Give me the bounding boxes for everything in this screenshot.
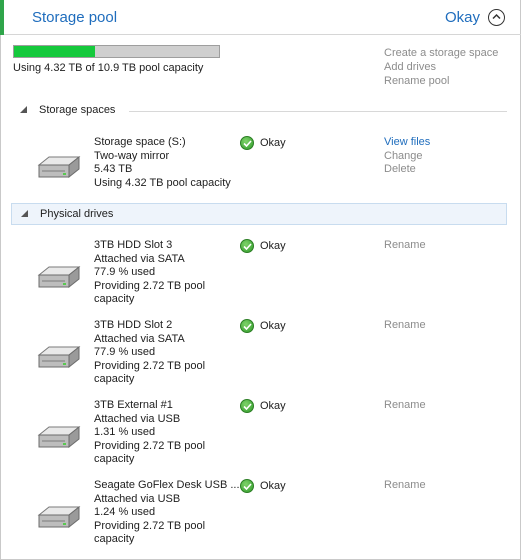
- drive-name: 3TB HDD Slot 3: [94, 239, 173, 251]
- drive-used: 77.9 % used: [94, 346, 156, 358]
- drive-connection: Attached via SATA: [94, 252, 185, 265]
- physical-drives-label: Physical drives: [40, 208, 114, 220]
- drive-actions: Rename: [384, 319, 426, 333]
- section-divider: [129, 111, 507, 112]
- storage-spaces-label: Storage spaces: [39, 104, 116, 116]
- drive-used: 1.31 % used: [94, 426, 156, 438]
- drive-status-text: Okay: [260, 240, 286, 252]
- rename-drive-link[interactable]: Rename: [384, 239, 426, 253]
- drive-providing: Providing 2.72 TB pool capacity: [94, 279, 206, 306]
- drive-status-text: Okay: [260, 320, 286, 332]
- drive-actions: Rename: [384, 399, 426, 413]
- drive-used: 77.9 % used: [94, 266, 156, 278]
- drive-name: 3TB External #1: [94, 399, 173, 411]
- green-check-icon: [240, 239, 254, 253]
- drive-info: 3TB HDD Slot 3 Attached via SATA 77.9 % …: [94, 239, 234, 307]
- drive-info: Seagate GoFlex Desk USB ... Attached via…: [94, 479, 240, 547]
- storage-space-actions: View files Change Delete: [384, 136, 430, 177]
- hard-drive-icon: [37, 505, 81, 529]
- pool-capacity-fill: [14, 46, 96, 57]
- green-check-icon: [240, 136, 254, 150]
- create-storage-space-link[interactable]: Create a storage space: [384, 46, 498, 60]
- drive-name: 3TB HDD Slot 2: [94, 319, 173, 331]
- rename-drive-link[interactable]: Rename: [384, 479, 426, 493]
- pool-title: Storage pool: [32, 9, 118, 26]
- view-files-link[interactable]: View files: [384, 136, 430, 150]
- drive-actions: Rename: [384, 239, 426, 253]
- delete-link[interactable]: Delete: [384, 163, 430, 177]
- drive-status-text: Okay: [260, 480, 286, 492]
- triangle-expanded-icon: [20, 106, 27, 113]
- drive-providing: Providing 2.72 TB pool capacity: [94, 359, 206, 386]
- hard-drive-icon: [37, 155, 81, 179]
- drive-status-text: Okay: [260, 400, 286, 412]
- accent-bar: [0, 0, 4, 35]
- storage-space-info: Storage space (S:) Two-way mirror 5.43 T…: [94, 136, 234, 190]
- drive-providing: Providing 2.72 TB pool capacity: [94, 439, 206, 466]
- drive-used: 1.24 % used: [94, 506, 156, 518]
- drive-providing: Providing 2.72 TB pool capacity: [94, 519, 206, 546]
- pool-header: Storage pool Okay: [0, 0, 521, 35]
- drive-connection: Attached via USB: [94, 492, 181, 505]
- hard-drive-icon: [37, 265, 81, 289]
- drive-connection: Attached via USB: [94, 412, 181, 425]
- green-check-icon: [240, 319, 254, 333]
- green-check-icon: [240, 479, 254, 493]
- physical-drives-section-header[interactable]: Physical drives: [11, 203, 507, 225]
- rename-pool-link[interactable]: Rename pool: [384, 74, 498, 88]
- hard-drive-icon: [37, 345, 81, 369]
- storage-space-type: Two-way mirror: [94, 149, 170, 162]
- change-link[interactable]: Change: [384, 150, 430, 164]
- pool-actions: Create a storage space Add drives Rename…: [384, 46, 498, 88]
- drive-connection: Attached via SATA: [94, 332, 185, 345]
- chevron-up-circle-icon[interactable]: [488, 9, 505, 26]
- pool-capacity-text: Using 4.32 TB of 10.9 TB pool capacity: [13, 62, 204, 74]
- pool-capacity-bar: [13, 45, 220, 58]
- rename-drive-link[interactable]: Rename: [384, 319, 426, 333]
- drive-info: 3TB External #1 Attached via USB 1.31 % …: [94, 399, 234, 467]
- triangle-expanded-icon: [21, 210, 28, 217]
- green-check-icon: [240, 399, 254, 413]
- storage-space-usage: Using 4.32 TB pool capacity: [94, 176, 231, 189]
- add-drives-link[interactable]: Add drives: [384, 60, 498, 74]
- drive-info: 3TB HDD Slot 2 Attached via SATA 77.9 % …: [94, 319, 234, 387]
- storage-space-size: 5.43 TB: [94, 163, 133, 175]
- storage-spaces-section-header[interactable]: Storage spaces: [11, 100, 507, 122]
- rename-drive-link[interactable]: Rename: [384, 399, 426, 413]
- storage-space-status-text: Okay: [260, 137, 286, 149]
- pool-status: Okay: [445, 9, 481, 26]
- drive-actions: Rename: [384, 479, 426, 493]
- storage-space-name: Storage space (S:): [94, 136, 186, 148]
- drive-name: Seagate GoFlex Desk USB ...: [94, 479, 240, 491]
- hard-drive-icon: [37, 425, 81, 449]
